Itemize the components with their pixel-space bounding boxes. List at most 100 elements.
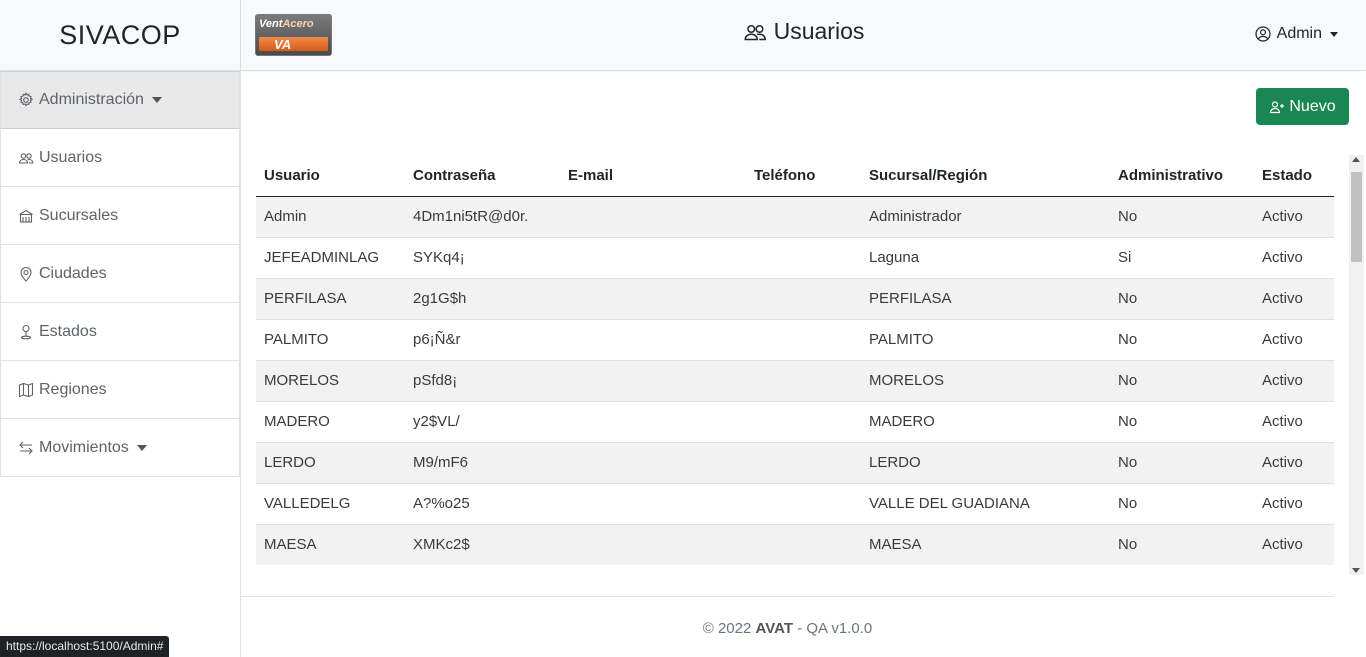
- table-header-row: Usuario Contraseña E-mail Teléfono Sucursal/…: [256, 155, 1334, 197]
- table-cell: No: [1110, 442, 1254, 484]
- sidebar-item-movimientos[interactable]: Movimientos: [0, 419, 240, 477]
- column-header[interactable]: Administrativo: [1110, 155, 1254, 197]
- table-row[interactable]: Admin 4Dm1ni5tR@d0r. Administrador No Activo: [256, 196, 1334, 238]
- sidebar-item-ciudades[interactable]: Ciudades: [0, 245, 240, 303]
- table-cell: [746, 237, 861, 279]
- user-circle-icon: [1255, 26, 1271, 42]
- table-cell: Activo: [1254, 442, 1334, 484]
- table-cell: MORELOS: [256, 360, 405, 402]
- table-cell: Activo: [1254, 524, 1334, 565]
- table-row[interactable]: MAESA XMKc2$ MAESA No Activo: [256, 524, 1334, 565]
- sidebar-item-label: Sucursales: [39, 206, 119, 224]
- sidebar-item-administracion[interactable]: Administración: [0, 71, 240, 129]
- building-icon: [17, 207, 34, 224]
- table-cell: Activo: [1254, 360, 1334, 402]
- geo-pin-icon: [17, 265, 34, 282]
- person-plus-icon: [1270, 100, 1285, 113]
- people-icon: [17, 149, 34, 166]
- column-header[interactable]: E-mail: [560, 155, 746, 197]
- caret-down-icon: [1330, 31, 1338, 37]
- table-cell: VALLE DEL GUADIANA: [861, 483, 1110, 525]
- table-cell: [560, 483, 746, 525]
- arrows-icon: [17, 439, 34, 456]
- table-cell: [746, 360, 861, 402]
- people-icon: [744, 24, 766, 40]
- table-cell: Laguna: [861, 237, 1110, 279]
- scroll-up-icon[interactable]: [1352, 157, 1360, 162]
- table-cell: PERFILASA: [256, 278, 405, 320]
- table-cell: pSfd8¡: [405, 360, 560, 402]
- table-row[interactable]: PALMITO p6¡Ñ&r PALMITO No Activo: [256, 319, 1334, 361]
- new-button-label: Nuevo: [1289, 97, 1336, 115]
- footer-copy: © 2022: [702, 620, 752, 637]
- scroll-down-icon[interactable]: [1352, 568, 1360, 573]
- top-header: VentAcero VA Usuarios Admin: [241, 0, 1366, 71]
- table-cell: [560, 278, 746, 320]
- table-cell: [560, 319, 746, 361]
- table-row[interactable]: VALLEDELG A?%o25 VALLE DEL GUADIANA No Activ…: [256, 483, 1334, 525]
- column-header[interactable]: Estado: [1254, 155, 1334, 197]
- user-menu[interactable]: Admin: [1255, 25, 1338, 43]
- table-body: Admin 4Dm1ni5tR@d0r. Administrador No Activo…: [256, 196, 1334, 565]
- table-cell: [560, 196, 746, 238]
- scroll-thumb[interactable]: [1351, 172, 1362, 262]
- footer: © 2022 AVAT - QA v1.0.0: [241, 596, 1334, 656]
- column-header[interactable]: Contraseña: [405, 155, 560, 197]
- brand-title[interactable]: SIVACOP: [0, 0, 240, 71]
- table-cell: LERDO: [256, 442, 405, 484]
- page-title-text: Usuarios: [773, 18, 865, 44]
- table-cell: [746, 278, 861, 320]
- table-row[interactable]: PERFILASA 2g1G$h PERFILASA No Activo: [256, 278, 1334, 320]
- sidebar-item-label: Regiones: [39, 380, 107, 398]
- table-cell: [746, 524, 861, 565]
- sidebar-item-label: Estados: [39, 322, 97, 340]
- table-cell: p6¡Ñ&r: [405, 319, 560, 361]
- gear-icon: [17, 92, 34, 109]
- table-cell: No: [1110, 360, 1254, 402]
- table-scrollbar[interactable]: [1349, 155, 1364, 575]
- new-user-button[interactable]: Nuevo: [1256, 88, 1349, 125]
- table-cell: 4Dm1ni5tR@d0r.: [405, 196, 560, 238]
- table-cell: [560, 442, 746, 484]
- sidebar: SIVACOP Administración Usuarios Sucursal…: [0, 0, 241, 657]
- table-cell: PALMITO: [861, 319, 1110, 361]
- table-cell: 2g1G$h: [405, 278, 560, 320]
- table-cell: JEFEADMINLAG: [256, 237, 405, 279]
- sidebar-item-sucursales[interactable]: Sucursales: [0, 187, 240, 245]
- table-cell: Activo: [1254, 196, 1334, 238]
- table-cell: SYKq4¡: [405, 237, 560, 279]
- table-cell: Activo: [1254, 278, 1334, 320]
- table-cell: [560, 237, 746, 279]
- table-cell: No: [1110, 319, 1254, 361]
- footer-env: - QA v1.0.0: [797, 620, 873, 637]
- sidebar-item-label: Ciudades: [39, 264, 107, 282]
- table-cell: MAESA: [256, 524, 405, 565]
- table-cell: [746, 401, 861, 443]
- table-cell: Activo: [1254, 483, 1334, 525]
- sidebar-item-estados[interactable]: Estados: [0, 303, 240, 361]
- table-row[interactable]: MORELOS pSfd8¡ MORELOS No Activo: [256, 360, 1334, 402]
- column-header[interactable]: Usuario: [256, 155, 405, 197]
- footer-org: AVAT: [755, 620, 794, 637]
- page-title: Usuarios: [241, 18, 1366, 45]
- table-row[interactable]: MADERO y2$VL/MADERO No Activo: [256, 401, 1334, 443]
- table-cell: Administrador: [861, 196, 1110, 238]
- users-table: Usuario Contraseña E-mail Teléfono Sucursal/…: [256, 155, 1334, 565]
- table-cell: XMKc2$: [405, 524, 560, 565]
- table-row[interactable]: LERDO M9/mF6 LERDO No Activo: [256, 442, 1334, 484]
- table-cell: PALMITO: [256, 319, 405, 361]
- sidebar-item-usuarios[interactable]: Usuarios: [0, 129, 240, 187]
- table-cell: VALLEDELG: [256, 483, 405, 525]
- table-cell: [746, 319, 861, 361]
- sidebar-item-regiones[interactable]: Regiones: [0, 361, 240, 419]
- column-header[interactable]: Teléfono: [746, 155, 861, 197]
- table-row[interactable]: JEFEADMINLAG SYKq4¡ Laguna Si Activo: [256, 237, 1334, 279]
- table-cell: Activo: [1254, 401, 1334, 443]
- table-cell: Admin: [256, 196, 405, 238]
- table-cell: [560, 401, 746, 443]
- person-pin-icon: [17, 323, 34, 340]
- table-cell: MADERO: [861, 401, 1110, 443]
- table-cell: y2$VL/: [405, 401, 560, 443]
- table-cell: [560, 360, 746, 402]
- column-header[interactable]: Sucursal/Región: [861, 155, 1110, 197]
